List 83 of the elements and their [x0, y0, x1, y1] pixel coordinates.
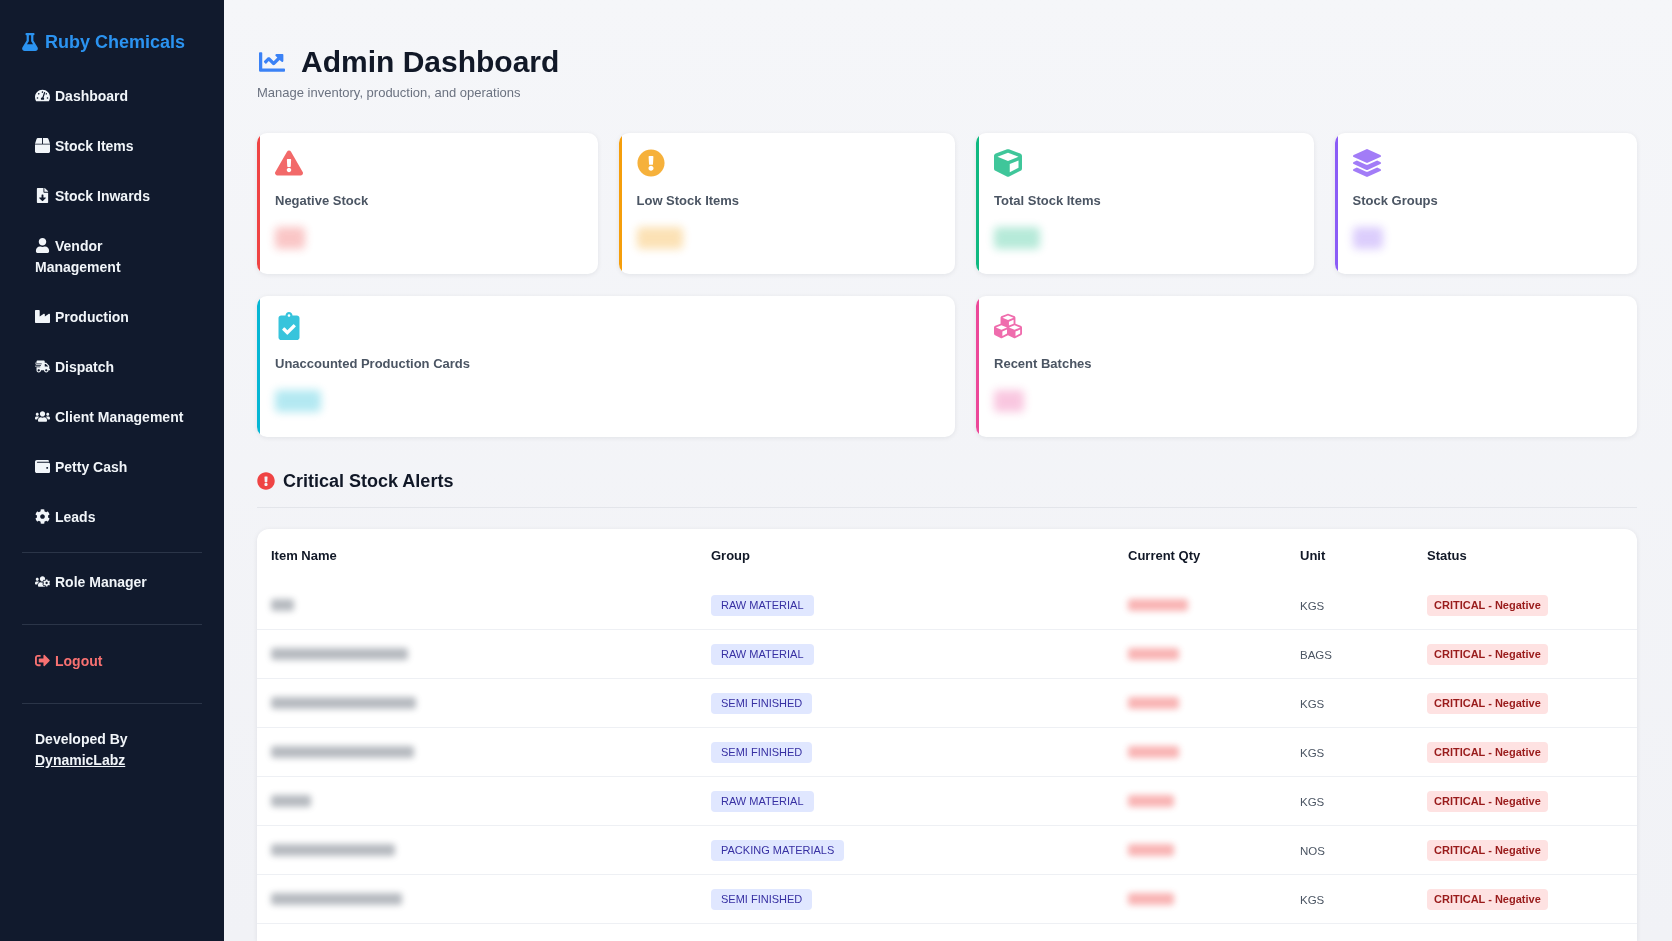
blurred-value	[1128, 599, 1188, 611]
status-tag: CRITICAL - Negative	[1427, 790, 1548, 812]
unit-text: KGS	[1300, 894, 1325, 906]
nav-item[interactable]: Leads	[0, 492, 224, 542]
blurred-value	[275, 390, 321, 412]
logout-icon	[35, 652, 50, 668]
group-tag: SEMI FINISHED	[711, 741, 813, 763]
blurred-value	[1128, 844, 1174, 856]
brand-name: Ruby Chemicals	[45, 31, 186, 54]
status-tag: CRITICAL - Negative	[1427, 692, 1548, 714]
status-tag: CRITICAL - Negative	[1427, 643, 1548, 665]
blurred-value	[1352, 227, 1383, 249]
truck-icon	[35, 358, 50, 374]
layers-icon	[1352, 149, 1381, 177]
group-tag: PACKING MATERIALS	[711, 839, 845, 861]
wallet-icon	[35, 458, 50, 474]
group-tag: RAW MATERIAL	[711, 643, 814, 665]
alert-icon	[636, 149, 665, 177]
stat-label: Unaccounted Production Cards	[275, 355, 471, 373]
blurred-value	[1128, 746, 1179, 758]
unit-text: KGS	[1300, 796, 1325, 808]
column-header: Current Qty	[1128, 548, 1201, 563]
nav-item[interactable]: Vendor Management	[0, 221, 224, 292]
gauge-icon	[35, 87, 50, 103]
line-chart-icon	[257, 49, 287, 75]
flask-icon	[22, 33, 38, 51]
user-icon	[35, 237, 50, 253]
factory-icon	[35, 308, 50, 324]
warning-icon	[275, 149, 303, 177]
nav-item[interactable]: Stock Items	[0, 121, 224, 171]
users-gear-icon	[35, 573, 50, 589]
nav-item[interactable]: Role Manager	[0, 557, 224, 607]
blurred-value	[1128, 648, 1179, 660]
blurred-text	[271, 599, 294, 611]
unit-text: KGS	[1300, 747, 1325, 759]
alert-icon	[257, 472, 275, 490]
stat-label: Negative Stock	[275, 192, 369, 210]
unit-text: KGS	[1300, 698, 1325, 710]
blurred-value	[994, 227, 1040, 249]
stat-label: Stock Groups	[1352, 192, 1438, 210]
nav-item[interactable]: Dashboard	[0, 71, 224, 121]
blurred-value	[636, 227, 683, 249]
column-header: Group	[711, 548, 750, 563]
column-header: Item Name	[271, 548, 337, 563]
box-icon	[35, 137, 50, 153]
stat-label: Recent Batches	[994, 355, 1092, 373]
nav-item[interactable]: Production	[0, 292, 224, 342]
status-tag: CRITICAL - Negative	[1427, 839, 1548, 861]
cube-icon	[994, 149, 1022, 177]
nav-item[interactable]: Stock Inwards	[0, 171, 224, 221]
page-title: Admin Dashboard	[301, 44, 560, 80]
page-subtitle: Manage inventory, production, and operations	[257, 84, 521, 102]
cubes-icon	[994, 312, 1022, 340]
nav-item[interactable]: Dispatch	[0, 342, 224, 392]
unit-text: NOS	[1300, 845, 1325, 857]
nav-item[interactable]: Petty Cash	[0, 442, 224, 492]
unit-text: KGS	[1300, 600, 1325, 612]
status-tag: CRITICAL - Negative	[1427, 594, 1548, 616]
stat-label: Low Stock Items	[636, 192, 740, 210]
group-tag: RAW MATERIAL	[711, 594, 814, 616]
credit-text: Developed By	[35, 730, 128, 749]
nav-item[interactable]: Logout	[0, 636, 224, 686]
blurred-value	[275, 227, 305, 249]
blurred-value	[1128, 795, 1174, 807]
blurred-text	[271, 795, 311, 807]
status-tag: CRITICAL - Negative	[1427, 888, 1548, 910]
column-header: Unit	[1300, 548, 1326, 563]
blurred-value	[1128, 893, 1174, 905]
developer-link[interactable]: DynamicLabz	[35, 750, 126, 771]
group-tag: RAW MATERIAL	[711, 790, 814, 812]
group-tag: SEMI FINISHED	[711, 692, 813, 714]
file-icon	[35, 187, 50, 203]
column-header: Status	[1427, 548, 1467, 563]
blurred-value	[1128, 697, 1179, 709]
stat-label: Total Stock Items	[994, 192, 1101, 210]
section-title: Critical Stock Alerts	[283, 470, 454, 493]
nav-item[interactable]: Client Management	[0, 392, 224, 442]
status-tag: CRITICAL - Negative	[1427, 741, 1548, 763]
blurred-value	[994, 390, 1024, 412]
gear-icon	[35, 508, 50, 524]
group-tag: SEMI FINISHED	[711, 888, 813, 910]
users-icon	[35, 408, 50, 424]
unit-text: BAGS	[1300, 649, 1332, 661]
